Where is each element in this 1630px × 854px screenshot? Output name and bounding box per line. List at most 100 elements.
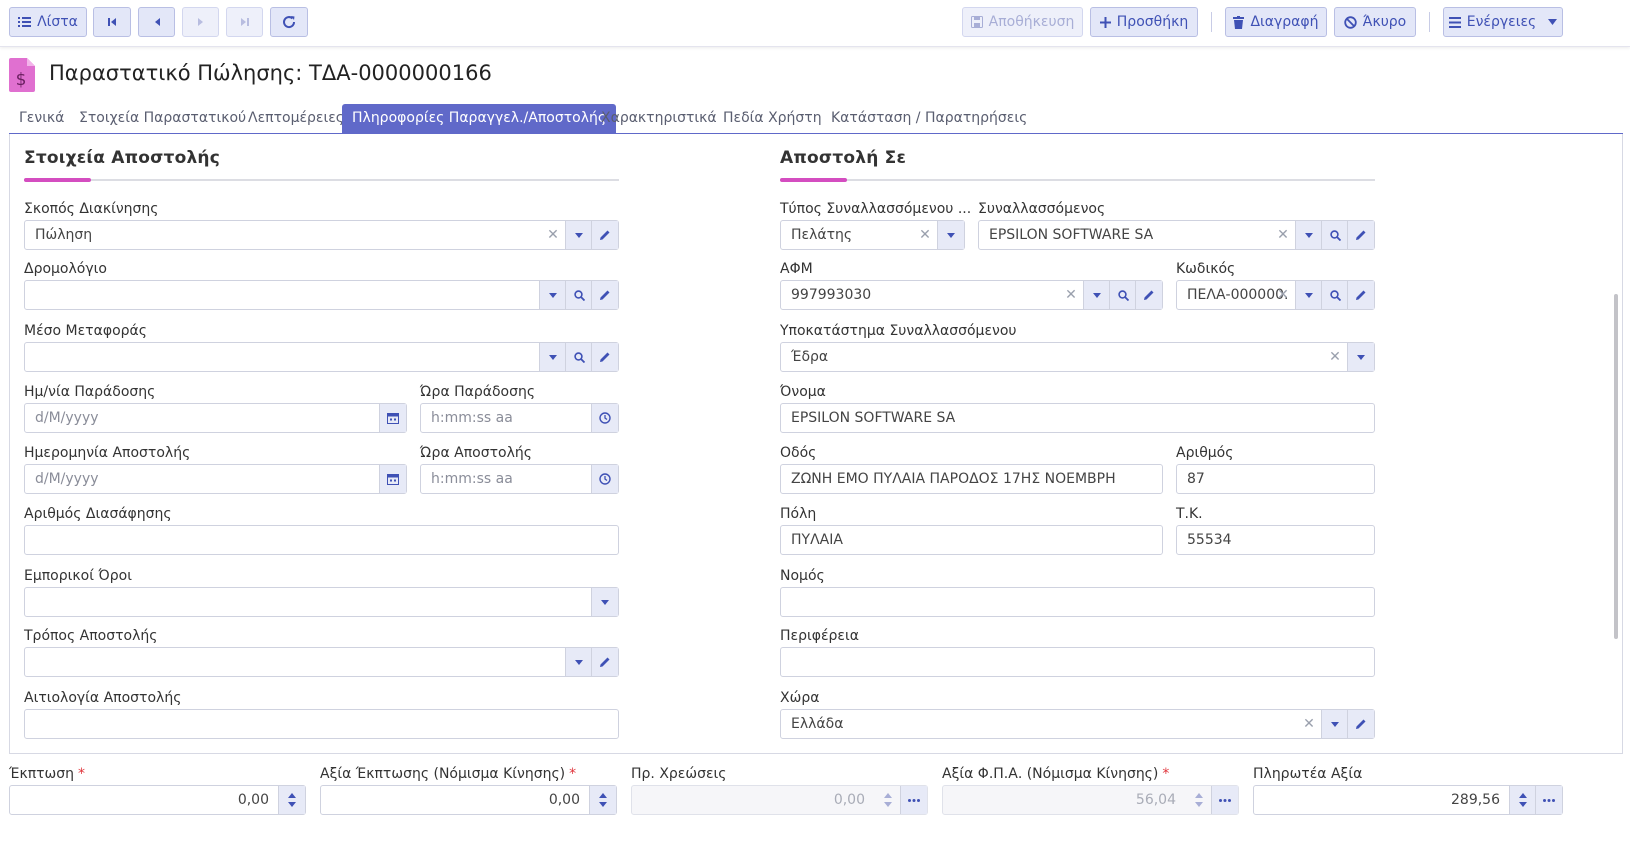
- save-button[interactable]: Αποθήκευση: [962, 7, 1083, 37]
- street-input[interactable]: ΖΩΝΗ ΕΜΟ ΠΥΛΑΙΑ ΠΑΡΟΔΟΣ 17ΗΣ ΝΟΕΜΒΡΗ: [780, 464, 1163, 494]
- reason-label: Αιτιολογία Αποστολής: [24, 690, 182, 706]
- purpose-select[interactable]: Πώληση ✕: [24, 220, 619, 250]
- branch-select[interactable]: Έδρα ✕: [780, 342, 1375, 372]
- chevron-down-icon[interactable]: [1295, 281, 1322, 309]
- country-select[interactable]: Ελλάδα ✕: [780, 709, 1375, 739]
- cancel-button[interactable]: Άκυρο: [1334, 7, 1416, 37]
- edit-icon[interactable]: [591, 648, 618, 676]
- more-icon[interactable]: [900, 786, 927, 814]
- clear-icon[interactable]: ✕: [540, 221, 566, 249]
- chevron-down-icon[interactable]: [565, 221, 592, 249]
- ship-date-input[interactable]: d/M/yyyy: [24, 464, 407, 494]
- chevron-down-icon[interactable]: [565, 648, 592, 676]
- delivery-time-input[interactable]: h:mm:ss aa: [420, 403, 619, 433]
- method-select[interactable]: [24, 647, 619, 677]
- next-record-button[interactable]: [182, 7, 219, 37]
- delivery-time-label: Ώρα Παράδοσης: [420, 384, 536, 400]
- stepper-icon[interactable]: [278, 786, 305, 814]
- clear-icon[interactable]: ✕: [912, 221, 938, 249]
- party-select[interactable]: EPSILON SOFTWARE SA ✕: [978, 220, 1375, 250]
- actions-button-label: Ενέργειες: [1466, 14, 1537, 30]
- chevron-down-icon[interactable]: [591, 588, 618, 616]
- reason-input[interactable]: [24, 709, 619, 739]
- discount-amount-input[interactable]: 0,00: [320, 785, 617, 815]
- edit-icon[interactable]: [1347, 710, 1374, 738]
- chevron-down-icon[interactable]: [937, 221, 964, 249]
- ship-time-input[interactable]: h:mm:ss aa: [420, 464, 619, 494]
- number-input[interactable]: 87: [1176, 464, 1375, 494]
- tab-status-notes[interactable]: Κατάσταση / Παρατηρήσεις: [831, 104, 1027, 133]
- calendar-icon[interactable]: [379, 465, 406, 493]
- stepper-icon[interactable]: [1186, 786, 1212, 814]
- transport-select[interactable]: [24, 342, 619, 372]
- more-icon[interactable]: [1211, 786, 1238, 814]
- chevron-down-icon[interactable]: [1321, 710, 1348, 738]
- tab-general[interactable]: Γενικά: [19, 104, 64, 133]
- search-icon[interactable]: [1109, 281, 1136, 309]
- actions-button[interactable]: Ενέργειες: [1443, 7, 1563, 37]
- panel-scrollbar[interactable]: [1614, 294, 1618, 639]
- tab-user-fields[interactable]: Πεδία Χρήστη: [723, 104, 822, 133]
- name-input[interactable]: EPSILON SOFTWARE SA: [780, 403, 1375, 433]
- chevron-down-icon[interactable]: [539, 343, 566, 371]
- party-type-select[interactable]: Πελάτης ✕: [780, 220, 965, 250]
- edit-icon[interactable]: [591, 343, 618, 371]
- edit-icon[interactable]: [591, 221, 618, 249]
- discount-input[interactable]: 0,00: [9, 785, 306, 815]
- tab-characteristics[interactable]: Χαρακτηριστικά: [601, 104, 717, 133]
- clock-icon[interactable]: [591, 465, 618, 493]
- stepper-icon[interactable]: [1509, 786, 1536, 814]
- clear-icon[interactable]: ✕: [1322, 343, 1348, 371]
- clear-icon[interactable]: ✕: [1058, 281, 1084, 309]
- last-record-button[interactable]: [226, 7, 263, 37]
- payable-input[interactable]: 289,56: [1253, 785, 1563, 815]
- chevron-down-icon[interactable]: [1295, 221, 1322, 249]
- ship-time-label: Ώρα Αποστολής: [420, 445, 532, 461]
- tab-document-details[interactable]: Στοιχεία Παραστατικού: [79, 104, 246, 133]
- chevron-down-icon[interactable]: [1347, 343, 1374, 371]
- charges-input[interactable]: 0,00: [631, 785, 928, 815]
- chevron-down-icon[interactable]: [539, 281, 566, 309]
- clear-icon[interactable]: ✕: [1270, 221, 1296, 249]
- code-select[interactable]: ΠΕΛΑ-000000... ✕: [1176, 280, 1375, 310]
- edit-icon[interactable]: [1347, 281, 1374, 309]
- clock-icon[interactable]: [591, 404, 618, 432]
- ship-time-placeholder: h:mm:ss aa: [431, 471, 513, 487]
- more-icon[interactable]: [1535, 786, 1562, 814]
- menu-icon: [1448, 16, 1461, 28]
- stepper-icon[interactable]: [589, 786, 616, 814]
- calendar-icon[interactable]: [379, 404, 406, 432]
- chevron-down-icon[interactable]: [1083, 281, 1110, 309]
- region-input[interactable]: [780, 647, 1375, 677]
- refresh-button[interactable]: [270, 7, 308, 37]
- edit-icon[interactable]: [1135, 281, 1162, 309]
- first-record-button[interactable]: [93, 7, 131, 37]
- delivery-date-label: Ημ/νία Παράδοσης: [24, 384, 156, 400]
- delete-button[interactable]: Διαγραφή: [1225, 7, 1327, 37]
- tab-order-shipping-info[interactable]: Πληροφορίες Παραγγελ./Αποστολής: [342, 104, 617, 133]
- city-input[interactable]: ΠΥΛΑΙΑ: [780, 525, 1163, 555]
- list-button[interactable]: Λίστα: [9, 7, 87, 37]
- tab-details[interactable]: Λεπτομέρειες: [248, 104, 344, 133]
- clear-icon[interactable]: ✕: [1296, 710, 1322, 738]
- edit-icon[interactable]: [591, 281, 618, 309]
- stepper-icon[interactable]: [875, 786, 901, 814]
- search-icon[interactable]: [565, 281, 592, 309]
- prefecture-input[interactable]: [780, 587, 1375, 617]
- route-select[interactable]: [24, 280, 619, 310]
- clear-icon[interactable]: ✕: [1270, 281, 1296, 309]
- edit-icon[interactable]: [1347, 221, 1374, 249]
- clearance-input[interactable]: [24, 525, 619, 555]
- vat-amount-input[interactable]: 56,04: [942, 785, 1239, 815]
- delivery-date-input[interactable]: d/M/yyyy: [24, 403, 407, 433]
- discount-amount-label: Αξία Έκπτωσης (Νόμισμα Κίνησης) *: [320, 766, 576, 782]
- route-label: Δρομολόγιο: [24, 261, 107, 277]
- terms-select[interactable]: [24, 587, 619, 617]
- search-icon[interactable]: [1321, 221, 1348, 249]
- add-button[interactable]: Προσθήκη: [1090, 7, 1198, 37]
- search-icon[interactable]: [1321, 281, 1348, 309]
- zip-input[interactable]: 55534: [1176, 525, 1375, 555]
- vat-select[interactable]: 997993030 ✕: [780, 280, 1163, 310]
- search-icon[interactable]: [565, 343, 592, 371]
- previous-record-button[interactable]: [138, 7, 175, 37]
